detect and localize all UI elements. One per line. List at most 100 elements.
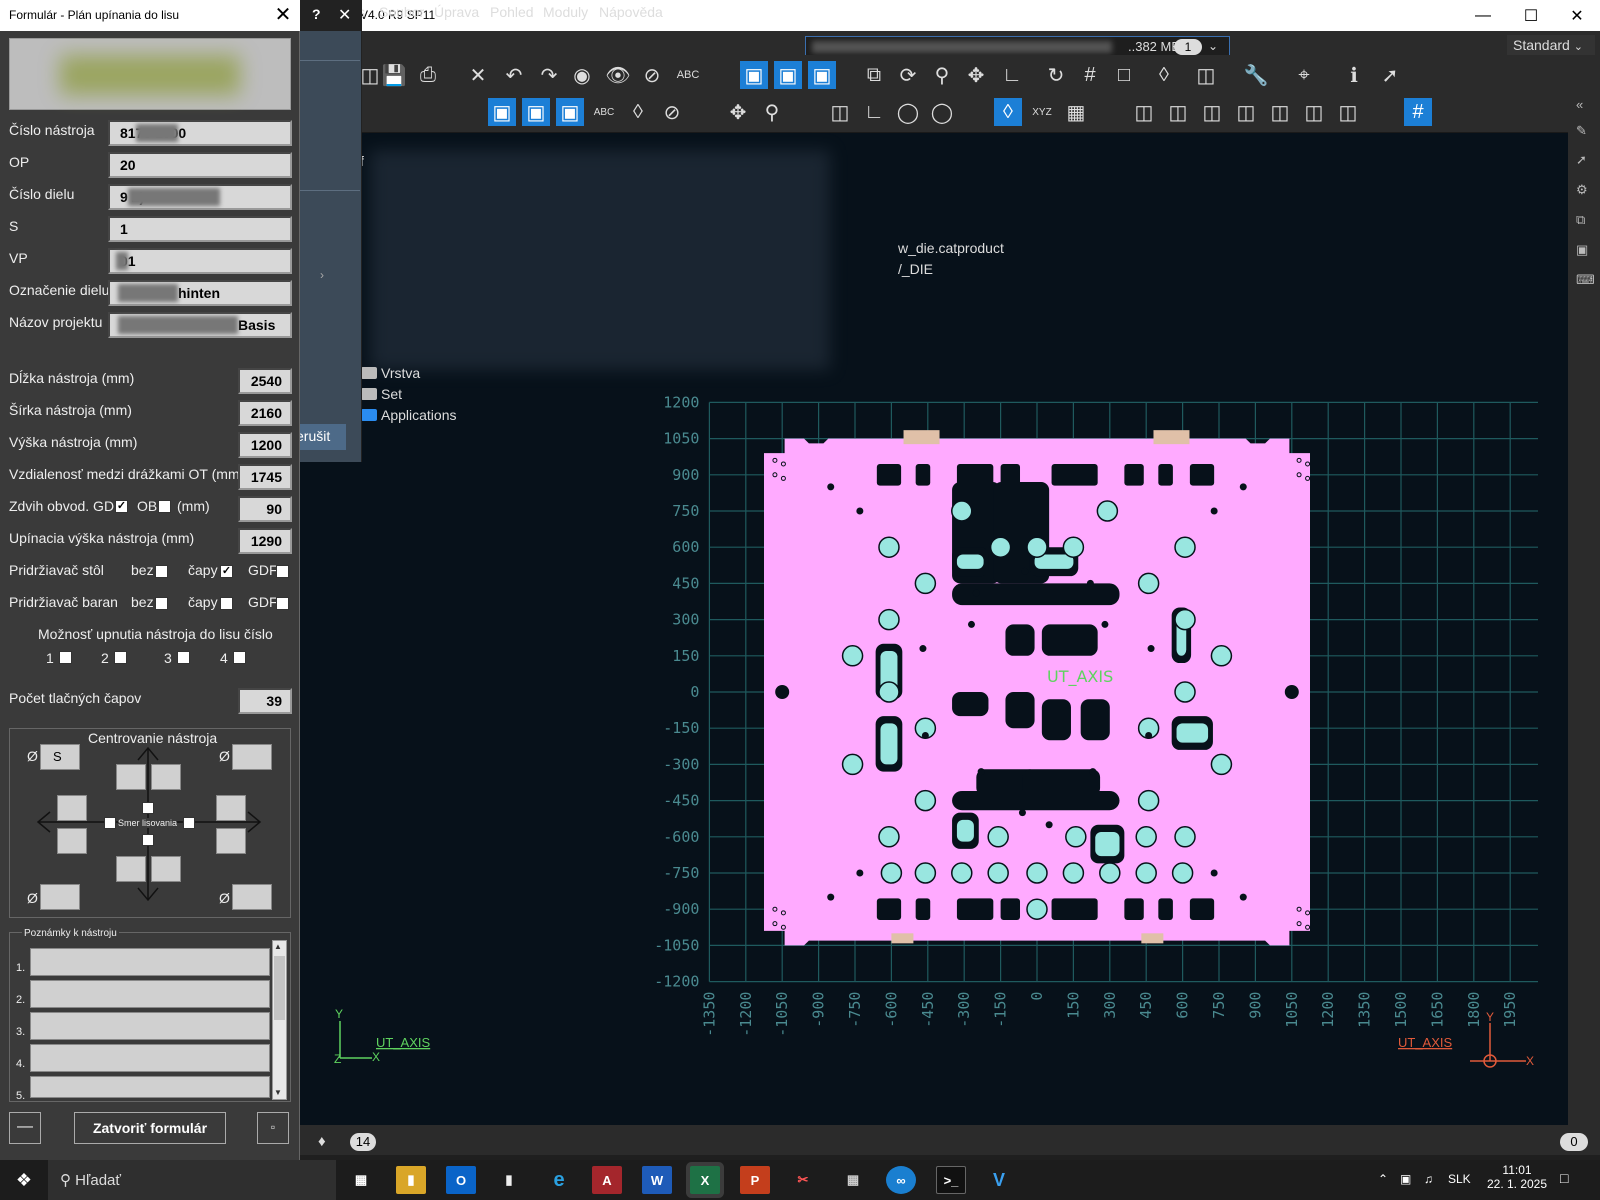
select-plane-icon[interactable]: ◊	[994, 98, 1022, 126]
cube-shaded-icon[interactable]: ▣	[488, 98, 516, 126]
cube-wire-icon[interactable]: ▣	[556, 98, 584, 126]
select-icon[interactable]: ➚	[1576, 152, 1594, 168]
workspace-select[interactable]: Standard ⌄	[1507, 35, 1595, 57]
color-icon[interactable]: ◉	[568, 61, 596, 89]
snipping-tool-icon[interactable]: ✂	[788, 1166, 818, 1194]
refresh-icon[interactable]: ↻	[1042, 61, 1070, 89]
edge-icon[interactable]: e	[544, 1166, 574, 1194]
rotate-view-icon[interactable]: ◫	[826, 98, 854, 126]
app-icon[interactable]: ∞	[886, 1166, 916, 1194]
centr-box-left-2[interactable]	[57, 828, 87, 854]
rotate-icon[interactable]: ⟳	[894, 61, 922, 89]
cad-app-icon[interactable]: V	[984, 1166, 1014, 1194]
view-shaded-icon[interactable]: ▣	[740, 61, 768, 89]
text-toggle-icon[interactable]: ABC	[590, 98, 618, 126]
view-front-icon[interactable]: ◫	[1232, 98, 1260, 126]
puzzle-icon[interactable]: ⚙	[1576, 182, 1594, 198]
view-wire-icon[interactable]: ▣	[808, 61, 836, 89]
help-icon[interactable]: ?	[312, 6, 321, 22]
centr-box-bottom-2[interactable]	[151, 856, 181, 882]
save-icon[interactable]: 💾	[380, 61, 408, 89]
note-field-3[interactable]	[30, 1012, 270, 1040]
checkbox-smer-left[interactable]	[104, 817, 116, 829]
maximize-window-button[interactable]: ☐	[1508, 0, 1554, 31]
centr-box-top-1[interactable]	[116, 764, 146, 790]
checkbox-smer-right[interactable]	[183, 817, 195, 829]
centr-box-right-1[interactable]	[216, 795, 246, 821]
excel-icon[interactable]: X	[690, 1166, 720, 1194]
note-field-5[interactable]	[30, 1076, 270, 1098]
grid-toggle-icon[interactable]: #	[1404, 98, 1432, 126]
field-upinacia-vyska[interactable]: 1290	[238, 528, 292, 554]
terminal-icon[interactable]: >_	[936, 1166, 966, 1194]
info-icon[interactable]: ℹ	[1340, 61, 1368, 89]
field-dlzka[interactable]: 2540	[238, 368, 292, 394]
redo-icon[interactable]: ↷	[535, 61, 563, 89]
outlook-icon[interactable]: O	[446, 1166, 476, 1194]
centr-box-right-2[interactable]	[216, 828, 246, 854]
checkbox-lis-4[interactable]	[233, 651, 246, 664]
close-form-button[interactable]: Zatvoriť formulár	[74, 1112, 226, 1144]
word-icon[interactable]: W	[642, 1166, 672, 1194]
field-zdvih[interactable]: 90	[238, 496, 292, 522]
checkbox-lis-1[interactable]	[59, 651, 72, 664]
field-op[interactable]: 20	[108, 152, 292, 178]
view-bottom-icon[interactable]: ◫	[1198, 98, 1226, 126]
plane-icon[interactable]: ◊	[1150, 61, 1178, 89]
windows-start-icon[interactable]: ❖	[0, 1160, 48, 1200]
show-icon[interactable]: 👁	[604, 61, 632, 89]
menu-item-soubor[interactable]: Soubor	[379, 4, 424, 20]
field-vyska[interactable]: 1200	[238, 432, 292, 458]
checkbox-baran-capy[interactable]	[220, 597, 233, 610]
minimize-form-button[interactable]: —	[9, 1112, 41, 1144]
field-vp[interactable]: 01	[108, 248, 292, 274]
close-icon[interactable]: ✕	[338, 5, 351, 25]
text-icon[interactable]: ABC	[674, 61, 702, 89]
note-field-2[interactable]	[30, 980, 270, 1008]
scroll-down-icon[interactable]: ▼	[274, 1088, 282, 1097]
checkbox-smer-top[interactable]	[142, 802, 154, 814]
notifications-icon[interactable]: □	[1560, 1170, 1568, 1186]
menu-item-uprava[interactable]: Úprava	[434, 4, 479, 20]
checkbox-smer-bottom[interactable]	[142, 834, 154, 846]
chevron-up-icon[interactable]: ⌃	[1378, 1172, 1388, 1186]
menu-item-napoveda[interactable]: Nápověda	[599, 4, 663, 20]
access-icon[interactable]: A	[592, 1166, 622, 1194]
hide-icon[interactable]: ⊘	[638, 61, 666, 89]
powerpoint-icon[interactable]: P	[740, 1166, 770, 1194]
pan-icon[interactable]: ✥	[962, 61, 990, 89]
xyz-icon[interactable]: XYZ	[1028, 98, 1056, 126]
copy-icon[interactable]: ⧉	[1576, 212, 1594, 228]
plane-toggle-icon[interactable]: ◊	[624, 98, 652, 126]
zoom-icon[interactable]: ⚲	[928, 61, 956, 89]
checkbox-lis-3[interactable]	[177, 651, 190, 664]
frame-icon[interactable]: □	[1110, 61, 1138, 89]
measure-icon[interactable]: ⌖	[1290, 61, 1318, 89]
view-top-icon[interactable]: ◫	[1164, 98, 1192, 126]
box-icon[interactable]: ◫	[1192, 61, 1220, 89]
layers-icon[interactable]: ⧉	[860, 61, 888, 89]
dimension-icon[interactable]: ∟	[860, 98, 888, 126]
undo-icon[interactable]: ↶	[500, 61, 528, 89]
chart-icon[interactable]: ▦	[1062, 98, 1090, 126]
maximize-form-button[interactable]: ▫	[257, 1112, 289, 1144]
expand-panel-icon[interactable]: «	[1576, 97, 1594, 113]
scroll-up-icon[interactable]: ▲	[274, 942, 282, 951]
checkbox-baran-bez[interactable]	[155, 597, 168, 610]
view-solid-icon[interactable]: ▣	[774, 61, 802, 89]
centr-box-left-1[interactable]	[57, 795, 87, 821]
checkbox-zdvih-gdf[interactable]: ✓	[115, 500, 128, 513]
view-back-icon[interactable]: ◫	[1266, 98, 1294, 126]
view-iso-icon[interactable]: ◫	[1130, 98, 1158, 126]
monitor-icon[interactable]: ▣	[1576, 242, 1594, 258]
circle-icon[interactable]: ◯	[894, 98, 922, 126]
network-icon[interactable]: ▣	[1400, 1172, 1411, 1186]
volume-icon[interactable]: ♫	[1424, 1172, 1433, 1186]
field-pocet-capov[interactable]: 39	[238, 688, 292, 714]
checkbox-stol-capy[interactable]: ✓	[220, 565, 233, 578]
field-vzdialenost[interactable]: 1745	[238, 464, 292, 490]
keyboard-icon[interactable]: ⌨	[1576, 272, 1595, 288]
wrench-icon[interactable]: 🔧	[1242, 61, 1270, 89]
plane-hide-icon[interactable]: ⊘	[658, 98, 686, 126]
magnify-icon[interactable]: ⚲	[758, 98, 786, 126]
